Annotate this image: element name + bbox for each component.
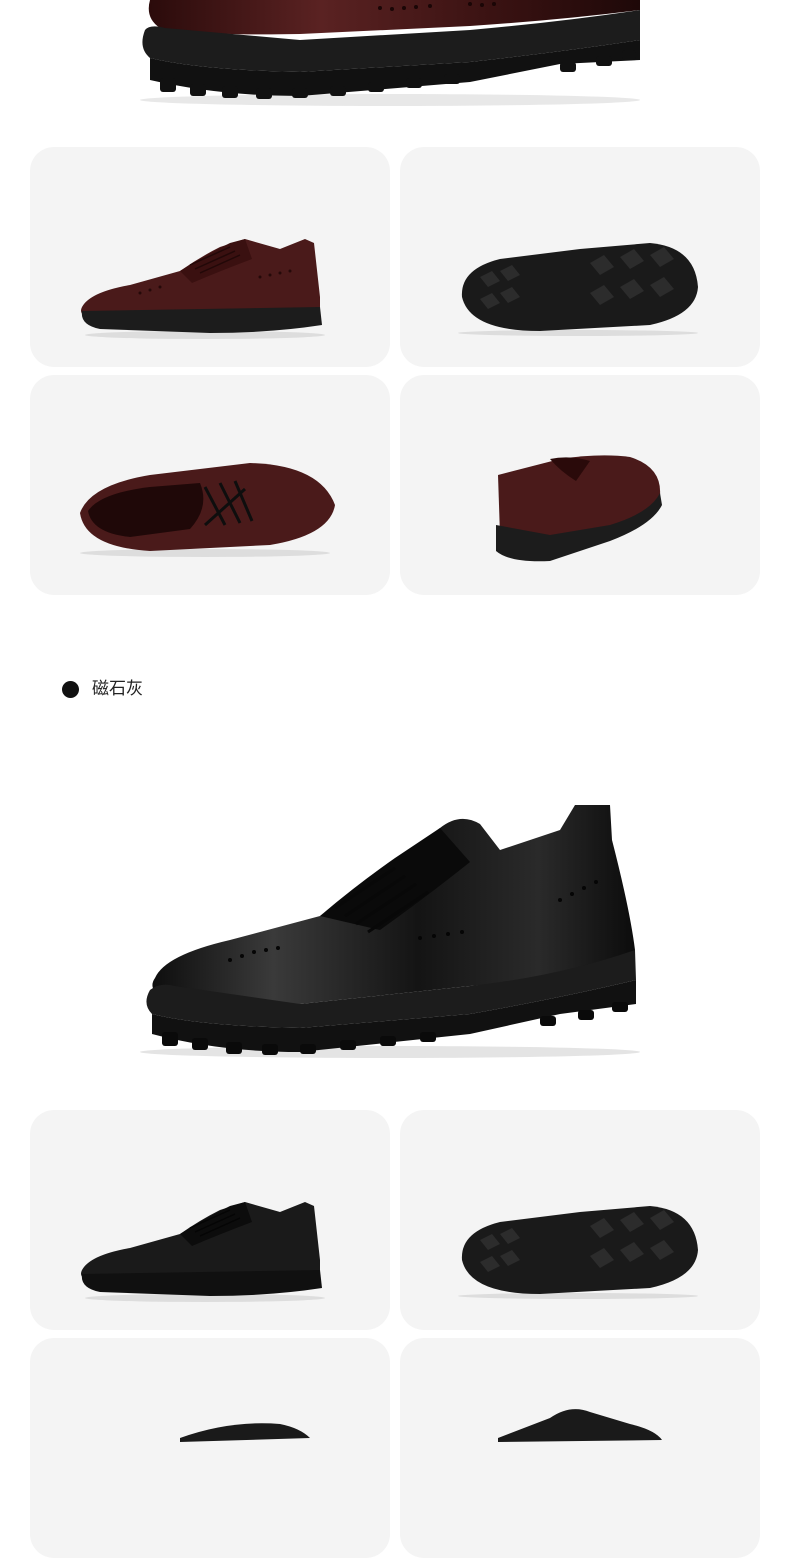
black-back-view-image [498,1409,662,1442]
black-hero-image [0,790,790,1080]
black-top-view-image [180,1423,310,1442]
burgundy-back-view-card[interactable] [400,375,760,595]
black-top-view-card[interactable] [30,1338,390,1558]
burgundy-back-view-image [496,455,662,562]
burgundy-sole-view-image [458,243,698,336]
black-back-view-card[interactable] [400,1338,760,1558]
black-side-view-card[interactable] [30,1110,390,1330]
color-variant-label: 磁石灰 [92,679,143,699]
color-swatch-dot [62,680,79,698]
burgundy-hero-image [0,0,790,120]
black-sole-view-card[interactable] [400,1110,760,1330]
burgundy-sole-view-card[interactable] [400,147,760,367]
burgundy-top-view-image [80,463,335,557]
burgundy-side-view-image [81,239,325,339]
burgundy-side-view-card[interactable] [30,147,390,367]
black-sole-view-image [458,1206,698,1299]
color-variant-row[interactable]: 磁石灰 [62,678,143,700]
black-side-view-image [81,1202,325,1302]
burgundy-top-view-card[interactable] [30,375,390,595]
